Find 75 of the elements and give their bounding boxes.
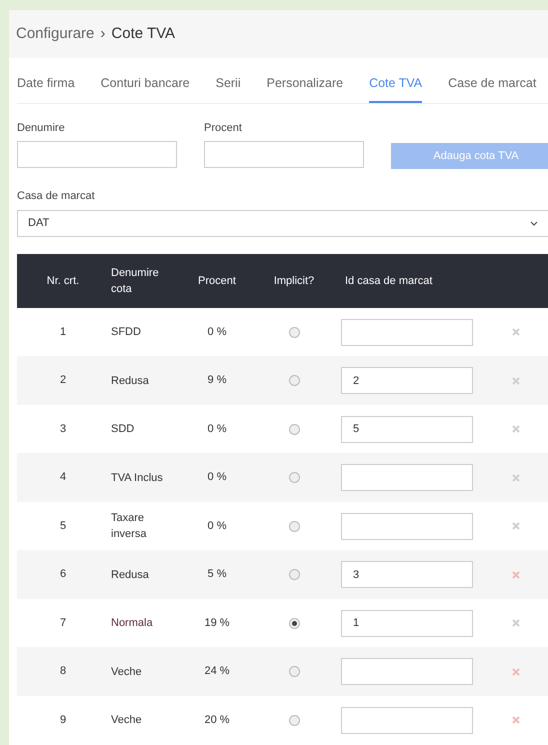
register-id-input-field[interactable]: 5 <box>341 416 473 442</box>
table-cell-text: Veche <box>110 664 143 680</box>
column-header: Implicit? <box>272 274 316 288</box>
table-cell-text: 0 % <box>206 324 228 340</box>
register-id-input-field[interactable]: 2 <box>341 367 473 394</box>
table-cell-text: Veche <box>110 713 143 728</box>
tab[interactable]: Cote TVA <box>369 70 422 103</box>
table-cell-text: SDD <box>110 422 136 437</box>
breadcrumb-link[interactable]: Configurare <box>16 22 94 46</box>
table-cell-text: 3 <box>58 422 68 437</box>
table-cell-text: 5 % <box>206 567 228 582</box>
table-cell-text: 20 % <box>203 712 231 728</box>
table-cell-text: 9 % <box>206 373 228 388</box>
breadcrumb-separator: › <box>100 24 106 44</box>
name-input-field[interactable] <box>17 141 177 168</box>
delete-icon[interactable] <box>512 619 520 627</box>
field-label: Denumire <box>17 120 66 136</box>
register-select[interactable]: DAT <box>17 210 548 237</box>
default-radio[interactable] <box>288 714 300 726</box>
register-id-input-field[interactable] <box>341 464 473 491</box>
default-radio[interactable] <box>288 618 300 628</box>
default-radio[interactable] <box>288 424 300 434</box>
percent-input-field[interactable] <box>204 141 364 168</box>
chevron-down-icon <box>530 220 538 226</box>
tab[interactable]: Personalizare <box>266 70 344 103</box>
delete-icon[interactable] <box>512 716 520 724</box>
table-cell-text: 0 % <box>206 470 228 486</box>
table-cell-text: Taxare inversa <box>110 511 148 542</box>
delete-icon[interactable] <box>512 668 520 676</box>
tab[interactable]: Case de marcat <box>448 70 536 103</box>
register-id-input-field[interactable] <box>341 512 473 540</box>
default-radio[interactable] <box>288 472 300 483</box>
tab[interactable]: Serii <box>216 70 241 103</box>
table-cell-text: Redusa <box>110 374 150 388</box>
default-radio[interactable] <box>288 326 300 338</box>
table-cell-text: 19 % <box>203 616 231 631</box>
delete-icon[interactable] <box>512 570 520 578</box>
table-cell-text: 24 % <box>203 664 231 680</box>
table-cell-text: 2 <box>58 373 68 388</box>
default-radio[interactable] <box>288 666 300 677</box>
table-cell-text: SFDD <box>110 325 142 340</box>
table-cell-text: 1 <box>58 324 68 340</box>
register-id-input-field[interactable]: 3 <box>341 561 473 588</box>
table-cell-text: 9 <box>58 712 68 728</box>
delete-icon[interactable] <box>512 474 520 482</box>
column-header: Id casa de marcat <box>344 274 434 288</box>
field-label: Procent <box>204 120 243 136</box>
column-header: Denumire cota <box>110 266 160 297</box>
tab[interactable]: Date firma <box>17 70 75 103</box>
default-radio[interactable] <box>288 569 300 580</box>
table-cell-text: 0 % <box>206 422 228 437</box>
register-id-input-field[interactable] <box>341 706 473 734</box>
column-header: Nr. crt. <box>46 274 80 288</box>
register-id-input-field[interactable]: 1 <box>341 610 473 636</box>
table-cell-text: 4 <box>58 470 68 486</box>
column-header: Procent <box>197 274 237 288</box>
field-label: Casa de marcat <box>17 189 96 204</box>
register-id-input-field[interactable] <box>341 658 473 685</box>
table-cell-text: Normala <box>110 616 154 631</box>
table-cell-text: 7 <box>58 616 68 631</box>
table-cell-text: 0 % <box>206 518 228 534</box>
default-radio[interactable] <box>288 520 300 532</box>
table-cell-text: 6 <box>58 567 68 582</box>
table-cell-text: TVA Inclus <box>110 470 164 486</box>
table-cell-text: 5 <box>58 518 68 534</box>
delete-icon[interactable] <box>512 522 520 530</box>
delete-icon[interactable] <box>512 425 520 433</box>
default-radio[interactable] <box>288 375 300 386</box>
delete-icon[interactable] <box>512 328 520 336</box>
table-cell-text: 8 <box>58 664 68 680</box>
page-title: Cote TVA <box>111 24 176 44</box>
delete-icon[interactable] <box>512 376 520 384</box>
tab[interactable]: Conturi bancare <box>100 70 190 103</box>
register-id-input-field[interactable] <box>341 318 473 346</box>
table-cell-text: Redusa <box>110 568 150 582</box>
